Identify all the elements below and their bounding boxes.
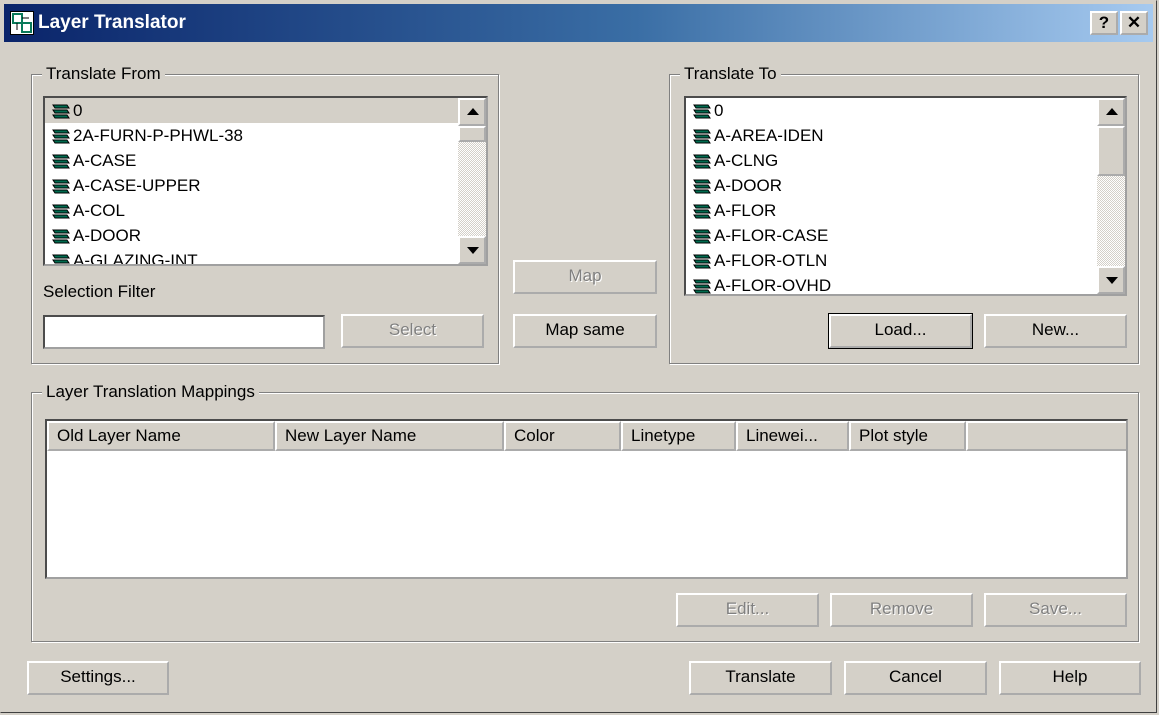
- list-item[interactable]: A-COL: [45, 198, 486, 223]
- translate-button[interactable]: Translate: [689, 661, 832, 695]
- help-button[interactable]: Help: [999, 661, 1141, 695]
- list-item[interactable]: A-FLOR: [686, 198, 1125, 223]
- column-header-linetype[interactable]: Linetype: [621, 421, 736, 451]
- column-header-lineweight[interactable]: Linewei...: [736, 421, 849, 451]
- mappings-table[interactable]: Old Layer Name New Layer Name Color Line…: [45, 419, 1128, 579]
- list-item[interactable]: 0: [45, 98, 486, 123]
- list-item[interactable]: A-FLOR-CASE: [686, 223, 1125, 248]
- translate-to-items: 0 A-AREA-IDEN A-CLNG A-DOOR A-FLOR A-FLOR-CAS…: [686, 98, 1125, 295]
- layer-stack-icon: [693, 204, 711, 218]
- translate-from-scrollbar[interactable]: [458, 98, 486, 264]
- list-item[interactable]: A-FLOR-OTLN: [686, 248, 1125, 273]
- title-bar[interactable]: Layer Translator ? ✕: [4, 4, 1153, 42]
- column-header-new-layer-name[interactable]: New Layer Name: [275, 421, 504, 451]
- scroll-down-button[interactable]: [458, 236, 486, 264]
- translate-to-list[interactable]: 0 A-AREA-IDEN A-CLNG A-DOOR A-FLOR A-FLOR-CAS…: [684, 96, 1127, 296]
- map-same-button[interactable]: Map same: [513, 314, 657, 348]
- layer-stack-icon: [52, 229, 70, 243]
- list-item[interactable]: 0: [686, 98, 1125, 123]
- layer-stack-icon: [52, 254, 70, 263]
- list-item-label: A-DOOR: [73, 226, 141, 245]
- layer-stack-icon: [693, 129, 711, 143]
- list-item-label: A-COL: [73, 201, 125, 220]
- layer-stack-icon: [52, 104, 70, 118]
- column-header-old-layer-name[interactable]: Old Layer Name: [47, 421, 275, 451]
- layer-stack-icon: [693, 254, 711, 268]
- column-header-plot-style[interactable]: Plot style: [849, 421, 966, 451]
- translate-from-items: 0 2A-FURN-P-PHWL-38 A-CASE A-CASE-UPPER A-CO…: [45, 98, 486, 266]
- list-item[interactable]: A-DOOR: [686, 173, 1125, 198]
- scroll-down-button[interactable]: [1097, 266, 1125, 294]
- translate-to-scrollbar[interactable]: [1097, 98, 1125, 294]
- layer-translator-app-icon: [10, 11, 34, 35]
- list-item-label: 0: [73, 101, 83, 120]
- list-item-label: A-DOOR: [714, 176, 782, 195]
- edit-button[interactable]: Edit...: [676, 593, 819, 627]
- scroll-thumb[interactable]: [1097, 126, 1125, 176]
- list-item[interactable]: A-CASE: [45, 148, 486, 173]
- list-item[interactable]: 2A-FURN-P-PHWL-38: [45, 123, 486, 148]
- new-button[interactable]: New...: [984, 314, 1127, 348]
- load-button[interactable]: Load...: [828, 313, 973, 349]
- list-item-label: A-FLOR-CASE: [714, 226, 829, 245]
- layer-stack-icon: [52, 204, 70, 218]
- translate-from-list[interactable]: 0 2A-FURN-P-PHWL-38 A-CASE A-CASE-UPPER A-CO…: [43, 96, 488, 266]
- scroll-down-arrow-icon: [1106, 277, 1118, 284]
- settings-button[interactable]: Settings...: [27, 661, 169, 695]
- selection-filter-label: Selection Filter: [43, 282, 156, 301]
- help-title-button[interactable]: ?: [1090, 11, 1118, 35]
- mappings-legend: Layer Translation Mappings: [42, 382, 259, 402]
- scroll-thumb[interactable]: [458, 126, 486, 142]
- map-button[interactable]: Map: [513, 260, 657, 294]
- column-header-filler: [966, 421, 1126, 451]
- list-item[interactable]: A-CLNG: [686, 148, 1125, 173]
- layer-stack-icon: [693, 279, 711, 293]
- scroll-up-arrow-icon: [467, 108, 479, 115]
- layer-stack-icon: [52, 129, 70, 143]
- list-item[interactable]: A-FLOR-OVHD: [686, 273, 1125, 295]
- selection-filter-input[interactable]: [43, 315, 325, 349]
- layer-stack-icon: [693, 179, 711, 193]
- list-item-label: 2A-FURN-P-PHWL-38: [73, 126, 244, 145]
- window-title: Layer Translator: [38, 12, 186, 33]
- layer-stack-icon: [693, 154, 711, 168]
- select-button[interactable]: Select: [341, 314, 484, 348]
- list-item-label: A-FLOR: [714, 201, 777, 220]
- cancel-button[interactable]: Cancel: [844, 661, 987, 695]
- layer-translator-dialog: Layer Translator ? ✕ Translate From 0 2A-…: [0, 0, 1157, 713]
- column-header-color[interactable]: Color: [504, 421, 621, 451]
- list-item-label: A-CASE: [73, 151, 137, 170]
- list-item-label: A-FLOR-OTLN: [714, 251, 828, 270]
- list-item[interactable]: A-AREA-IDEN: [686, 123, 1125, 148]
- scroll-up-arrow-icon: [1106, 108, 1118, 115]
- list-item-label: A-FLOR-OVHD: [714, 276, 832, 295]
- scroll-up-button[interactable]: [458, 98, 486, 126]
- remove-button[interactable]: Remove: [830, 593, 973, 627]
- layer-stack-icon: [693, 229, 711, 243]
- layer-stack-icon: [693, 104, 711, 118]
- layer-stack-icon: [52, 154, 70, 168]
- save-button[interactable]: Save...: [984, 593, 1127, 627]
- translate-from-legend: Translate From: [42, 64, 165, 84]
- list-item-label: A-CASE-UPPER: [73, 176, 201, 195]
- close-icon[interactable]: ✕: [1120, 11, 1148, 35]
- list-item[interactable]: A-DOOR: [45, 223, 486, 248]
- list-item-label: A-CLNG: [714, 151, 779, 170]
- list-item[interactable]: A-GLAZING-INT: [45, 248, 486, 266]
- scroll-up-button[interactable]: [1097, 98, 1125, 126]
- layer-stack-icon: [52, 179, 70, 193]
- list-item-label: A-GLAZING-INT: [73, 251, 198, 266]
- scroll-down-arrow-icon: [467, 247, 479, 254]
- list-item-label: A-AREA-IDEN: [714, 126, 824, 145]
- translate-to-legend: Translate To: [680, 64, 781, 84]
- list-item-label: 0: [714, 101, 724, 120]
- list-item[interactable]: A-CASE-UPPER: [45, 173, 486, 198]
